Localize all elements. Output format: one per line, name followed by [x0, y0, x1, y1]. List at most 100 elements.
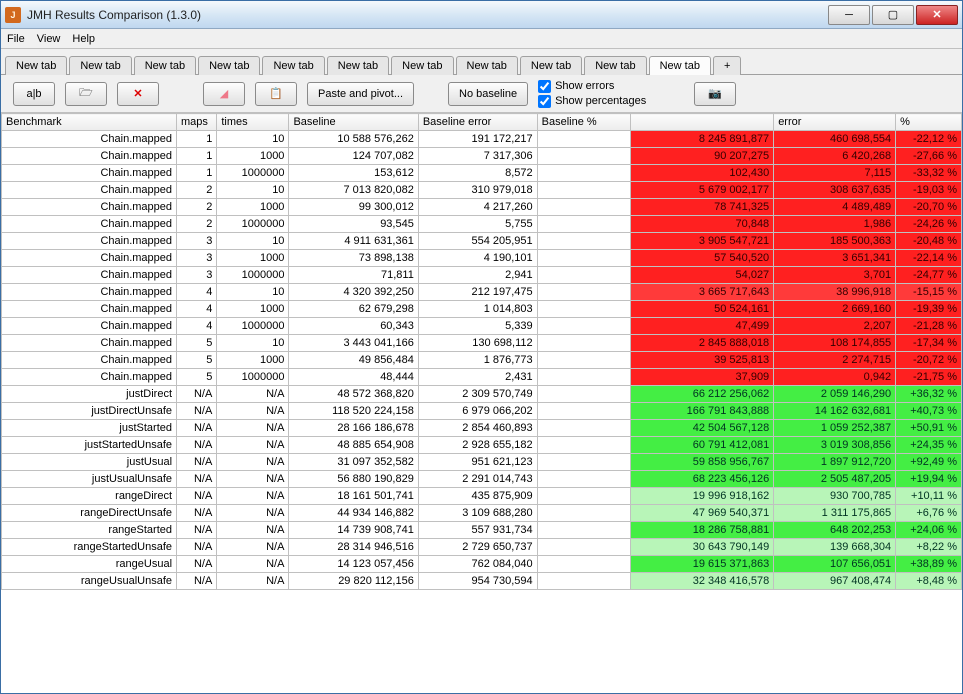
table-row[interactable]: Chain.mapped3104 911 631,361554 205,9513… — [2, 233, 962, 250]
table-row[interactable]: Chain.mapped5100000048,4442,43137,9090,9… — [2, 369, 962, 386]
paste-pivot-button[interactable]: Paste and pivot... — [307, 82, 414, 106]
cell-name: Chain.mapped — [2, 216, 177, 233]
cell-pct: +10,11 % — [896, 488, 962, 505]
no-baseline-button[interactable]: No baseline — [448, 82, 528, 106]
table-row[interactable]: Chain.mapped2100000093,5455,75570,8481,9… — [2, 216, 962, 233]
x-icon: ✕ — [133, 87, 142, 100]
menu-view[interactable]: View — [37, 33, 61, 45]
table-row[interactable]: justDirectN/AN/A48 572 368,8202 309 570,… — [2, 386, 962, 403]
delete-button[interactable]: ✕ — [117, 82, 159, 106]
cell-err: 0,942 — [774, 369, 896, 386]
cell-berr: 191 172,217 — [418, 131, 537, 148]
close-button[interactable]: ✕ — [916, 5, 958, 25]
col-header-8[interactable]: % — [896, 114, 962, 131]
table-row[interactable]: justDirectUnsafeN/AN/A118 520 224,1586 9… — [2, 403, 962, 420]
cell-err: 3 019 308,856 — [774, 437, 896, 454]
tab-8[interactable]: New tab — [520, 56, 582, 75]
table-row[interactable]: rangeUsualUnsafeN/AN/A29 820 112,156954 … — [2, 573, 962, 590]
cell-bpct — [537, 199, 630, 216]
table-row[interactable]: justUsualUnsafeN/AN/A56 880 190,8292 291… — [2, 471, 962, 488]
cell-name: rangeUsualUnsafe — [2, 573, 177, 590]
menu-file[interactable]: File — [7, 33, 25, 45]
cell-baseline: 71,811 — [289, 267, 418, 284]
tab-3[interactable]: New tab — [198, 56, 260, 75]
cell-err: 967 408,474 — [774, 573, 896, 590]
cell-times: N/A — [217, 403, 289, 420]
cell-maps: 4 — [177, 284, 217, 301]
cell-pct: -24,77 % — [896, 267, 962, 284]
tab-5[interactable]: New tab — [327, 56, 389, 75]
cell-maps: N/A — [177, 556, 217, 573]
col-header-6[interactable] — [630, 114, 773, 131]
paste-button[interactable]: 📋 — [255, 82, 297, 106]
cell-val: 102,430 — [630, 165, 773, 182]
table-row[interactable]: Chain.mapped4104 320 392,250212 197,4753… — [2, 284, 962, 301]
cell-pct: +8,22 % — [896, 539, 962, 556]
table-row[interactable]: Chain.mapped4100062 679,2981 014,80350 5… — [2, 301, 962, 318]
show-errors-checkbox[interactable]: Show errors — [538, 80, 646, 93]
cell-bpct — [537, 437, 630, 454]
cell-err: 648 202,253 — [774, 522, 896, 539]
tab-6[interactable]: New tab — [391, 56, 453, 75]
table-row[interactable]: rangeUsualN/AN/A14 123 057,456762 084,04… — [2, 556, 962, 573]
table-row[interactable]: justStartedUnsafeN/AN/A48 885 654,9082 9… — [2, 437, 962, 454]
table-row[interactable]: rangeStartedUnsafeN/AN/A28 314 946,5162 … — [2, 539, 962, 556]
maximize-button[interactable]: ▢ — [872, 5, 914, 25]
table-row[interactable]: Chain.mapped2100099 300,0124 217,26078 7… — [2, 199, 962, 216]
tab-2[interactable]: New tab — [134, 56, 196, 75]
cell-baseline: 73 898,138 — [289, 250, 418, 267]
camera-icon: 📷 — [708, 87, 722, 100]
tab-4[interactable]: New tab — [262, 56, 324, 75]
tab-0[interactable]: New tab — [5, 56, 67, 75]
tab-7[interactable]: New tab — [456, 56, 518, 75]
cell-maps: 3 — [177, 267, 217, 284]
col-header-2[interactable]: times — [217, 114, 289, 131]
col-header-1[interactable]: maps — [177, 114, 217, 131]
cell-berr: 5,339 — [418, 318, 537, 335]
minimize-button[interactable]: ─ — [828, 5, 870, 25]
table-row[interactable]: Chain.mapped3100073 898,1384 190,10157 5… — [2, 250, 962, 267]
cell-err: 3,701 — [774, 267, 896, 284]
tab-10[interactable]: New tab — [649, 56, 711, 75]
table-row[interactable]: Chain.mapped11000000153,6128,572102,4307… — [2, 165, 962, 182]
cell-maps: 4 — [177, 301, 217, 318]
cell-times: 1000 — [217, 301, 289, 318]
col-header-0[interactable]: Benchmark — [2, 114, 177, 131]
screenshot-button[interactable]: 📷 — [694, 82, 736, 106]
cell-berr: 2,431 — [418, 369, 537, 386]
col-header-7[interactable]: error — [774, 114, 896, 131]
table-row[interactable]: Chain.mapped11000124 707,0827 317,30690 … — [2, 148, 962, 165]
table-row[interactable]: rangeDirectN/AN/A18 161 501,741435 875,9… — [2, 488, 962, 505]
col-header-3[interactable]: Baseline — [289, 114, 418, 131]
tab-9[interactable]: New tab — [584, 56, 646, 75]
compare-button[interactable]: a|b — [13, 82, 55, 106]
table-row[interactable]: Chain.mapped2107 013 820,082310 979,0185… — [2, 182, 962, 199]
table-row[interactable]: Chain.mapped11010 588 576,262191 172,217… — [2, 131, 962, 148]
col-header-5[interactable]: Baseline % — [537, 114, 630, 131]
table-row[interactable]: rangeStartedN/AN/A14 739 908,741557 931,… — [2, 522, 962, 539]
table-row[interactable]: justUsualN/AN/A31 097 352,582951 621,123… — [2, 454, 962, 471]
table-row[interactable]: Chain.mapped4100000060,3435,33947,4992,2… — [2, 318, 962, 335]
tab-1[interactable]: New tab — [69, 56, 131, 75]
table-row[interactable]: Chain.mapped5100049 856,4841 876,77339 5… — [2, 352, 962, 369]
show-percentages-checkbox[interactable]: Show percentages — [538, 95, 646, 108]
erase-button[interactable]: ◢ — [203, 82, 245, 106]
open-button[interactable]: 🗁 — [65, 82, 107, 106]
menu-help[interactable]: Help — [72, 33, 95, 45]
table-row[interactable]: justStartedN/AN/A28 166 186,6782 854 460… — [2, 420, 962, 437]
col-header-4[interactable]: Baseline error — [418, 114, 537, 131]
cell-name: Chain.mapped — [2, 301, 177, 318]
cell-val: 54,027 — [630, 267, 773, 284]
cell-berr: 4 217,260 — [418, 199, 537, 216]
table-row[interactable]: rangeDirectUnsafeN/AN/A44 934 146,8823 1… — [2, 505, 962, 522]
tab-add[interactable]: + — [713, 56, 741, 75]
cell-times: N/A — [217, 573, 289, 590]
table-container[interactable]: BenchmarkmapstimesBaselineBaseline error… — [1, 113, 962, 693]
cell-times: 1000000 — [217, 267, 289, 284]
cell-times: 1000000 — [217, 318, 289, 335]
cell-err: 14 162 632,681 — [774, 403, 896, 420]
table-row[interactable]: Chain.mapped3100000071,8112,94154,0273,7… — [2, 267, 962, 284]
table-row[interactable]: Chain.mapped5103 443 041,166130 698,1122… — [2, 335, 962, 352]
cell-bpct — [537, 386, 630, 403]
cell-name: justDirect — [2, 386, 177, 403]
